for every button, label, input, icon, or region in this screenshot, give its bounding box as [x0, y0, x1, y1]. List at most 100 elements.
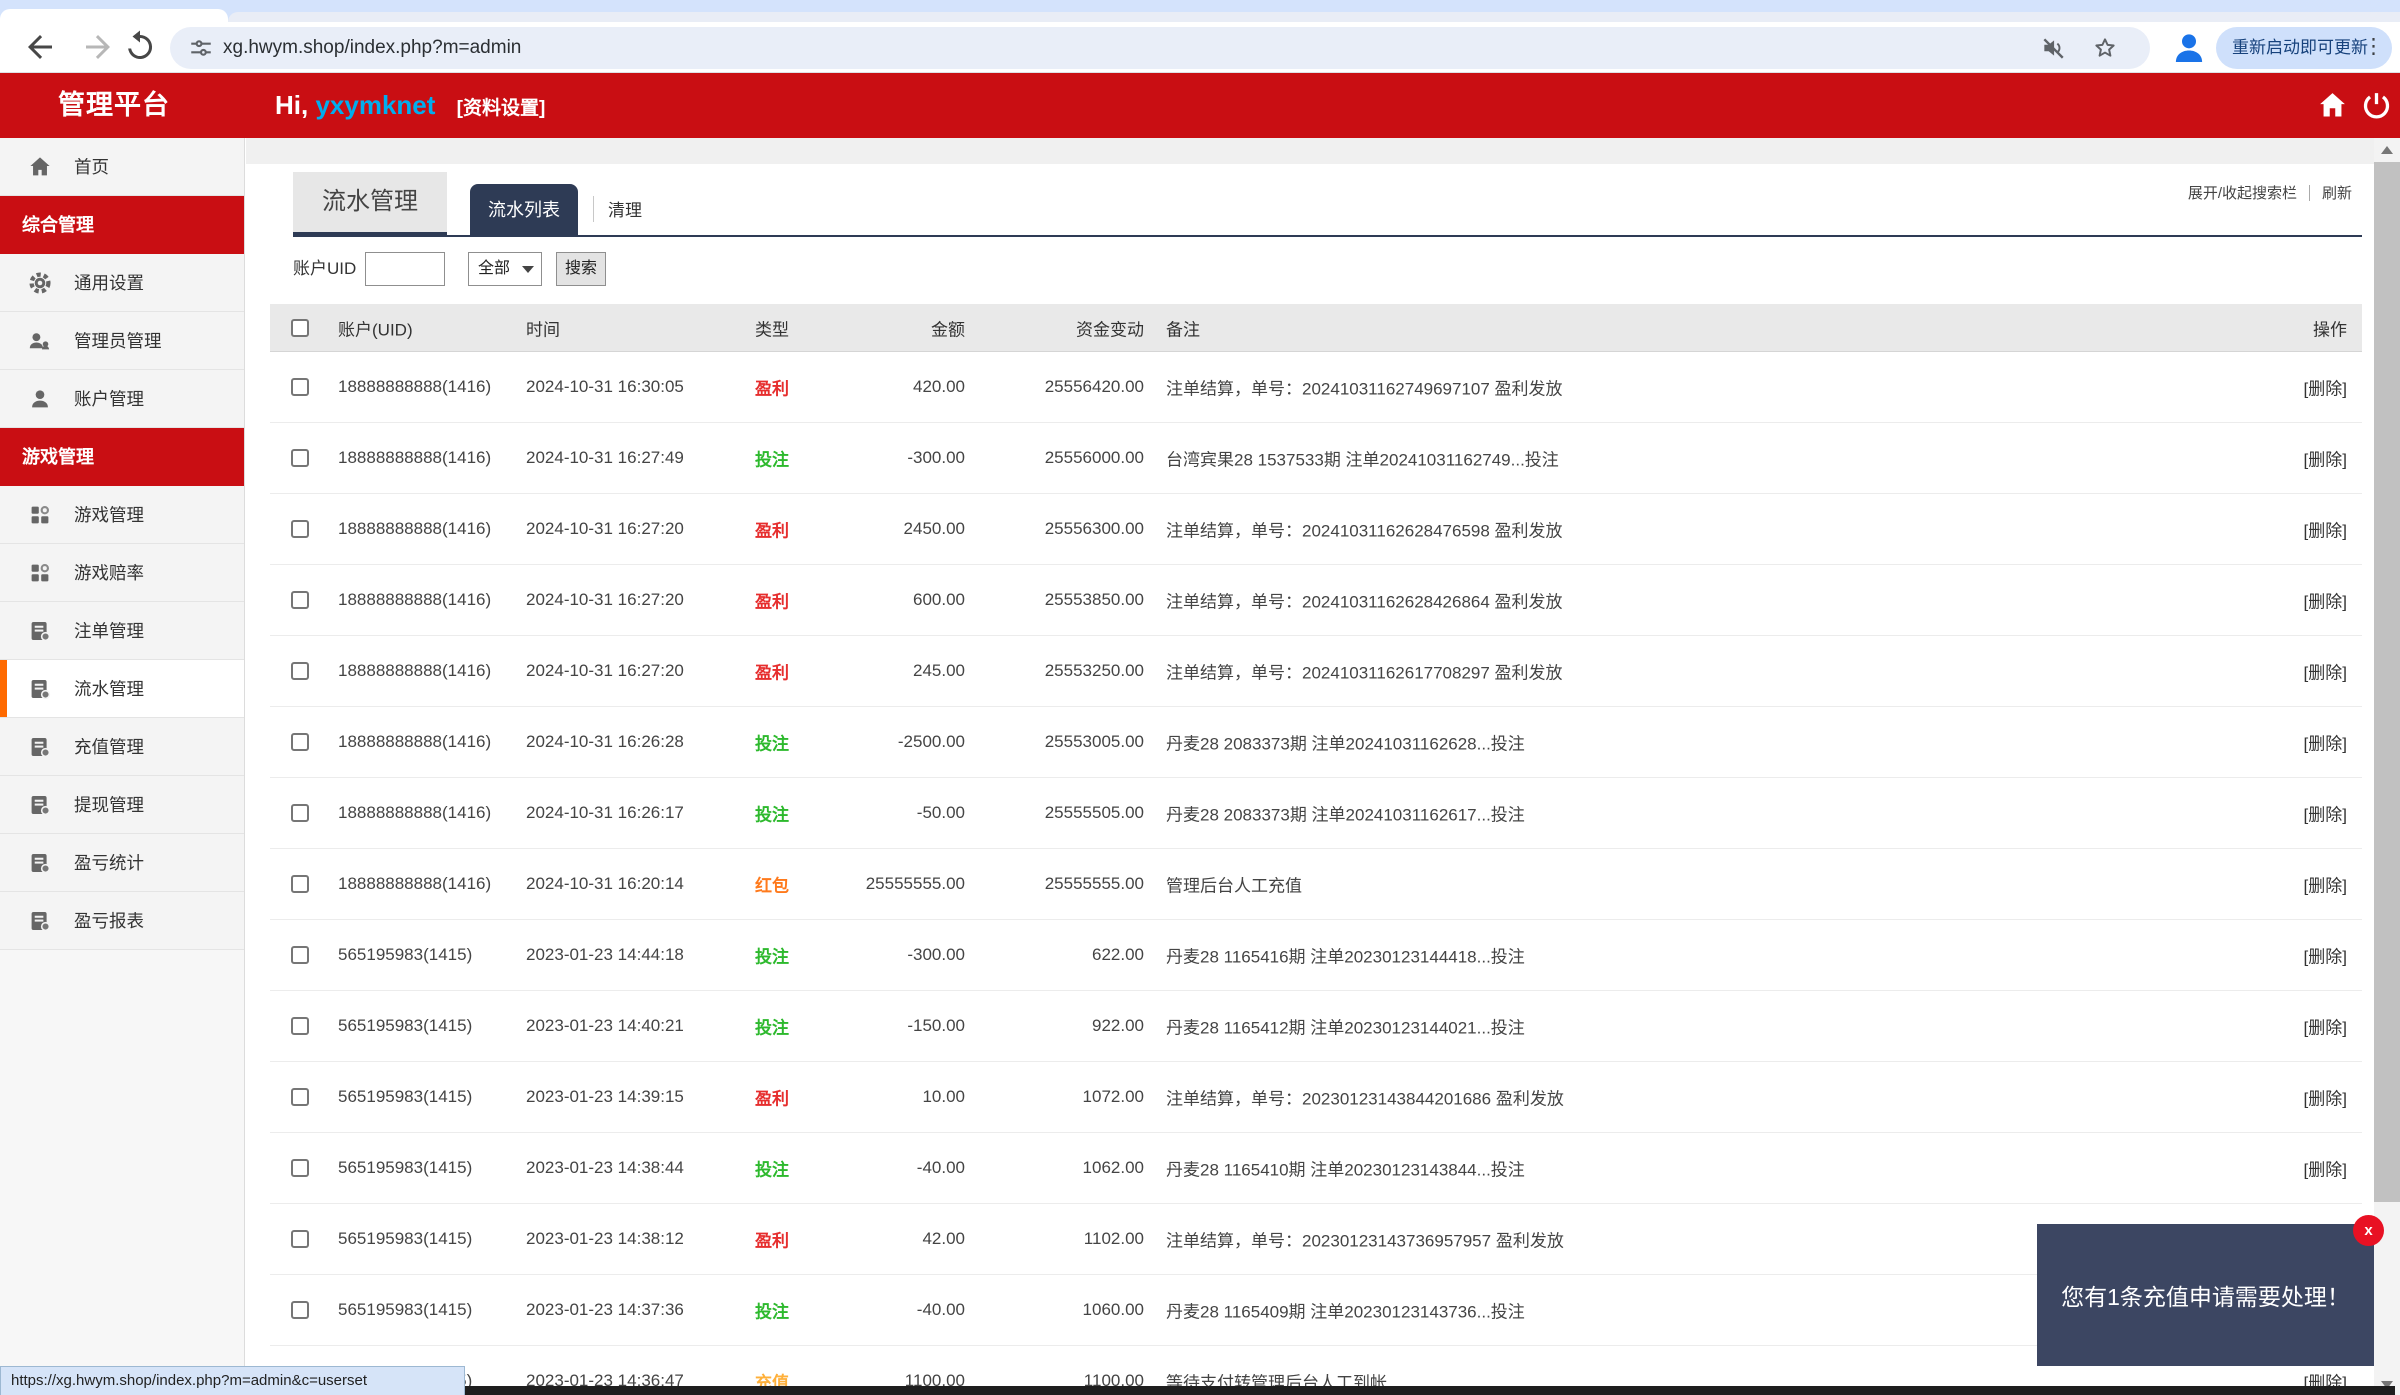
profile-settings-link[interactable]: [资料设置]: [457, 98, 546, 119]
tab-muted-icon[interactable]: [2040, 35, 2066, 61]
row-checkbox[interactable]: [291, 1230, 309, 1248]
doc-icon: [28, 793, 52, 817]
row-checkbox[interactable]: [291, 733, 309, 751]
row-checkbox[interactable]: [291, 449, 309, 467]
cell-uid: 565195983(1415): [338, 1300, 472, 1320]
table-header-row: 账户(UID) 时间 类型 金额 资金变动 备注 操作: [270, 304, 2362, 352]
row-checkbox[interactable]: [291, 804, 309, 822]
scrollbar-thumb[interactable]: [2374, 162, 2400, 1202]
uid-search-input[interactable]: [365, 252, 445, 286]
cell-uid: 565195983(1415): [338, 1158, 472, 1178]
app-brand: 管理平台: [58, 73, 170, 138]
cell-remark: 注单结算，单号：20241031162749697107 盈利发放: [1166, 375, 1563, 400]
sidebar-item-提现管理[interactable]: 提现管理: [0, 776, 244, 834]
delete-link[interactable]: [删除]: [2247, 517, 2347, 542]
cell-remark: 注单结算，单号：20241031162617708297 盈利发放: [1166, 659, 1563, 684]
delete-link[interactable]: [删除]: [2247, 659, 2347, 684]
cell-amount: 25555555.00: [775, 874, 965, 894]
cell-remark: 丹麦28 1165409期 注单20230123143736...投注: [1166, 1298, 1525, 1323]
home-icon[interactable]: [2316, 89, 2349, 122]
delete-link[interactable]: [删除]: [2247, 730, 2347, 755]
cell-time: 2023-01-23 14:39:15: [526, 1087, 684, 1107]
cell-balance: 25553850.00: [974, 590, 1144, 610]
table-row: 18888888888(1416)2024-10-31 16:20:14红包25…: [270, 849, 2362, 920]
address-bar[interactable]: xg.hwym.shop/index.php?m=admin: [170, 27, 2150, 69]
cell-balance: 25556420.00: [974, 377, 1144, 397]
cell-amount: -40.00: [775, 1158, 965, 1178]
cell-amount: -40.00: [775, 1300, 965, 1320]
sidebar-section-header: 综合管理: [0, 196, 244, 254]
row-checkbox[interactable]: [291, 875, 309, 893]
sidebar-item-label: 管理员管理: [74, 312, 162, 370]
delete-link[interactable]: [删除]: [2247, 1156, 2347, 1181]
type-filter-select[interactable]: 全部: [468, 252, 542, 286]
row-checkbox[interactable]: [291, 378, 309, 396]
delete-link[interactable]: [删除]: [2247, 446, 2347, 471]
cell-uid: 18888888888(1416): [338, 519, 491, 539]
sidebar-item-通用设置[interactable]: 通用设置: [0, 254, 244, 312]
browser-menu-icon[interactable]: ⋮: [2363, 27, 2384, 69]
browser-update-chip[interactable]: 重新启动即可更新 ⋮: [2216, 27, 2392, 69]
bookmark-star-icon[interactable]: [2092, 35, 2118, 61]
delete-link[interactable]: [删除]: [2247, 1014, 2347, 1039]
sidebar-item-label: 盈亏报表: [74, 892, 144, 950]
sidebar-item-流水管理[interactable]: 流水管理: [0, 660, 244, 718]
back-icon[interactable]: [22, 29, 58, 65]
logout-power-icon[interactable]: [2360, 89, 2393, 122]
sidebar-item-游戏赔率[interactable]: 游戏赔率: [0, 544, 244, 602]
sidebar-item-盈亏报表[interactable]: 盈亏报表: [0, 892, 244, 950]
row-checkbox[interactable]: [291, 662, 309, 680]
row-checkbox[interactable]: [291, 1159, 309, 1177]
row-checkbox[interactable]: [291, 520, 309, 538]
delete-link[interactable]: [删除]: [2247, 872, 2347, 897]
cell-balance: 922.00: [974, 1016, 1144, 1036]
url-text[interactable]: xg.hwym.shop/index.php?m=admin: [223, 27, 521, 69]
cell-balance: 25555555.00: [974, 874, 1144, 894]
select-all-checkbox[interactable]: [291, 319, 309, 337]
delete-link[interactable]: [删除]: [2247, 943, 2347, 968]
header-time: 时间: [526, 315, 560, 340]
cell-uid: 18888888888(1416): [338, 661, 491, 681]
row-checkbox[interactable]: [291, 946, 309, 964]
row-checkbox[interactable]: [291, 591, 309, 609]
delete-link[interactable]: [删除]: [2247, 588, 2347, 613]
sidebar-item-注单管理[interactable]: 注单管理: [0, 602, 244, 660]
scroll-up-arrow-icon[interactable]: [2381, 146, 2393, 154]
doc-icon: [28, 851, 52, 875]
active-browser-tab[interactable]: [0, 9, 228, 22]
delete-link[interactable]: [删除]: [2247, 375, 2347, 400]
site-settings-icon[interactable]: [188, 35, 214, 61]
search-button[interactable]: 搜索: [556, 252, 606, 286]
sidebar: 首页综合管理通用设置管理员管理账户管理游戏管理游戏管理游戏赔率注单管理流水管理充…: [0, 138, 245, 1395]
row-checkbox[interactable]: [291, 1088, 309, 1106]
sidebar-item-label: 游戏管理: [22, 447, 94, 467]
sidebar-item-管理员管理[interactable]: 管理员管理: [0, 312, 244, 370]
tab-clean[interactable]: 清理: [608, 184, 642, 237]
refresh-link[interactable]: 刷新: [2322, 182, 2352, 203]
close-icon[interactable]: x: [2353, 1215, 2384, 1246]
tab-flow-list[interactable]: 流水列表: [470, 184, 578, 237]
grid-icon: [28, 503, 52, 527]
browser-profile-avatar[interactable]: [2168, 27, 2210, 69]
cell-balance: 25553250.00: [974, 661, 1144, 681]
reload-icon[interactable]: [122, 29, 158, 65]
cell-remark: 注单结算，单号：20230123143844201686 盈利发放: [1166, 1085, 1564, 1110]
browser-toolbar: xg.hwym.shop/index.php?m=admin 重新启动即可更新 …: [0, 22, 2400, 73]
delete-link[interactable]: [删除]: [2247, 801, 2347, 826]
link-separator: [2309, 185, 2310, 201]
sidebar-item-盈亏统计[interactable]: 盈亏统计: [0, 834, 244, 892]
cell-amount: 600.00: [775, 590, 965, 610]
sidebar-item-首页[interactable]: 首页: [0, 138, 244, 196]
sidebar-item-账户管理[interactable]: 账户管理: [0, 370, 244, 428]
sidebar-item-游戏管理[interactable]: 游戏管理: [0, 486, 244, 544]
row-checkbox[interactable]: [291, 1301, 309, 1319]
cell-time: 2024-10-31 16:30:05: [526, 377, 684, 397]
sidebar-item-充值管理[interactable]: 充值管理: [0, 718, 244, 776]
vertical-scrollbar[interactable]: [2374, 138, 2400, 1395]
delete-link[interactable]: [删除]: [2247, 1085, 2347, 1110]
cell-time: 2024-10-31 16:26:17: [526, 803, 684, 823]
cell-amount: 420.00: [775, 377, 965, 397]
row-checkbox[interactable]: [291, 1017, 309, 1035]
cell-remark: 丹麦28 1165410期 注单20230123143844...投注: [1166, 1156, 1525, 1181]
toggle-search-bar-link[interactable]: 展开/收起搜索栏: [2188, 182, 2297, 203]
